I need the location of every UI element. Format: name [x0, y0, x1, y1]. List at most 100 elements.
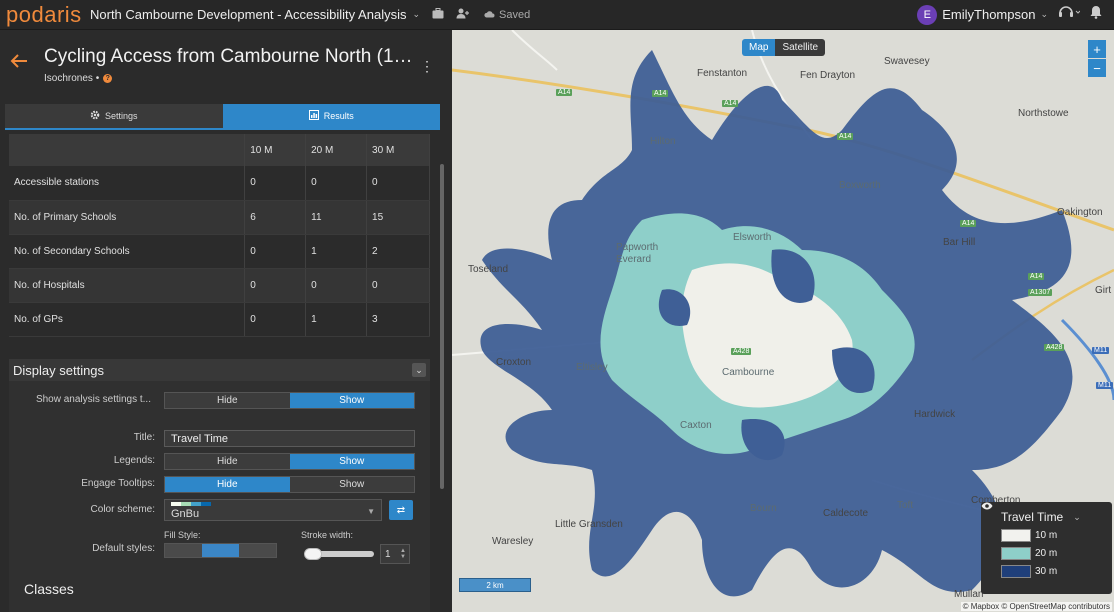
place-label: Little Gransden — [555, 519, 623, 530]
stepper-arrows-icon[interactable]: ▲ ▼ — [400, 548, 406, 560]
color-scheme-select[interactable]: GnBu ▼ — [164, 499, 382, 521]
place-label: Fenstanton — [697, 68, 748, 79]
share-users-icon[interactable] — [456, 8, 470, 22]
legend-item: 10 m — [1001, 529, 1104, 542]
podaris-logo[interactable]: podaris — [6, 2, 84, 28]
place-label: Fen Drayton — [800, 70, 856, 81]
cell-value: 0 — [366, 268, 430, 303]
column-header — [9, 134, 246, 166]
place-label: Bar Hill — [943, 237, 976, 248]
row-label: Accessible stations — [9, 166, 246, 201]
road-shield: M11 — [1092, 347, 1110, 354]
place-label: Hardwick — [914, 409, 956, 420]
user-menu[interactable]: E EmilyThompson ⌄ — [917, 4, 1048, 25]
saved-label: Saved — [499, 8, 531, 21]
row-label: No. of GPs — [9, 302, 246, 337]
stroke-width-slider-knob[interactable] — [303, 548, 322, 560]
road-shield: A14 — [556, 89, 573, 96]
table-row: No. of Secondary Schools 0 1 2 — [9, 234, 430, 269]
tab-results[interactable]: Results — [222, 104, 440, 130]
cell-value: 0 — [244, 234, 307, 269]
hide-option[interactable]: Hide — [165, 393, 290, 408]
color-scheme-swatch — [171, 502, 211, 506]
analysis-panel: Cycling Access from Cambourne North (10,… — [0, 30, 450, 612]
bell-icon[interactable] — [1090, 5, 1102, 24]
panel-subtitle: Isochrones • ? — [44, 73, 113, 84]
hide-option[interactable]: Hide — [165, 454, 290, 469]
panel-tabs: Settings Results — [5, 104, 440, 130]
table-row: No. of Primary Schools 6 11 15 — [9, 200, 430, 235]
chevron-down-icon[interactable]: ⌄ — [1073, 512, 1081, 523]
fill-option[interactable] — [202, 544, 239, 557]
cell-value: 11 — [305, 200, 368, 235]
stroke-width-label: Stroke width: — [301, 530, 354, 540]
bar-chart-icon — [308, 110, 319, 122]
show-option[interactable]: Show — [289, 477, 414, 492]
chevron-down-icon: ⌄ — [1040, 9, 1048, 19]
legend-label: 20 m — [1035, 548, 1058, 559]
legend-label: 30 m — [1035, 566, 1058, 577]
column-header: 10 M — [244, 134, 307, 166]
chevron-down-icon[interactable]: ⌄ — [412, 363, 426, 377]
place-label: Toseland — [468, 264, 509, 275]
legend-title: Travel Time — [1001, 510, 1064, 524]
display-settings-header[interactable]: Display settings ⌄ — [9, 359, 430, 381]
zoom-out-button[interactable]: − — [1088, 59, 1106, 77]
road-shield: A14 — [837, 133, 854, 140]
map-type-satellite[interactable]: Satellite — [775, 39, 826, 56]
hide-option[interactable]: Hide — [165, 477, 290, 492]
place-label: Boxworth — [839, 180, 881, 191]
help-icon[interactable]: ? — [103, 74, 113, 83]
tooltips-toggle: Hide Show — [164, 476, 415, 493]
map-view[interactable]: Map Satellite + − Fenstanton Fen Drayton… — [452, 30, 1114, 612]
road-shield: A428 — [1044, 344, 1065, 351]
zoom-in-button[interactable]: + — [1088, 40, 1106, 58]
place-label: Eltisley — [576, 362, 608, 373]
map-type-map[interactable]: Map — [742, 39, 776, 56]
back-arrow-icon[interactable] — [10, 52, 28, 75]
cell-value: 0 — [244, 268, 307, 303]
place-label: Hilton — [650, 136, 676, 147]
briefcase-icon[interactable] — [432, 7, 444, 22]
place-label: Croxton — [496, 357, 532, 368]
stroke-width-stepper[interactable]: 1 ▲ ▼ — [380, 544, 410, 564]
row-label: No. of Hospitals — [9, 268, 246, 303]
column-header: 20 M — [305, 134, 368, 166]
table-row: Accessible stations 0 0 0 — [9, 166, 430, 201]
place-label: Northstowe — [1018, 108, 1069, 119]
fill-style-picker — [164, 543, 277, 558]
road-shield: M11 — [1096, 382, 1114, 389]
fill-option[interactable] — [239, 544, 276, 557]
cell-value: 6 — [244, 200, 307, 235]
fill-option[interactable] — [165, 544, 202, 557]
cell-value: 0 — [305, 166, 368, 201]
chevron-down-icon: ⌄ — [412, 9, 421, 19]
place-label: Elsworth — [733, 232, 772, 243]
title-input[interactable]: Travel Time — [164, 430, 415, 447]
headset-icon[interactable] — [1058, 5, 1081, 24]
place-label: Caxton — [680, 420, 712, 431]
stroke-width-value: 1 — [385, 548, 391, 560]
place-label: Waresley — [492, 536, 534, 547]
cell-value: 2 — [366, 234, 430, 269]
map-scale-bar: 2 km — [459, 578, 531, 592]
map-attribution[interactable]: © Mapbox © OpenStreetMap contributors — [960, 602, 1112, 611]
show-option[interactable]: Show — [289, 454, 414, 469]
road-shield: A14 — [960, 220, 977, 227]
user-name: EmilyThompson — [942, 7, 1036, 22]
place-label: Mullan — [954, 589, 984, 600]
legends-toggle: Hide Show — [164, 453, 415, 470]
place-label: Swavesey — [884, 56, 930, 67]
map-legend: Travel Time ⌄ 10 m 20 m 30 m — [981, 502, 1112, 594]
panel-scrollbar[interactable] — [440, 164, 444, 489]
tab-settings[interactable]: Settings — [5, 104, 223, 130]
more-options-icon[interactable]: ⋮ — [420, 58, 434, 75]
legend-header[interactable]: Travel Time ⌄ — [981, 502, 1104, 524]
top-bar: podaris North Cambourne Development - Ac… — [0, 0, 1114, 30]
show-option[interactable]: Show — [289, 393, 414, 408]
road-shield: A1307 — [1028, 289, 1053, 296]
project-title-dropdown[interactable]: North Cambourne Development - Accessibil… — [90, 7, 420, 22]
reverse-colors-button[interactable]: ⇄ — [389, 500, 413, 520]
place-label: Toft — [897, 500, 914, 511]
panel-header: Cycling Access from Cambourne North (10,… — [0, 30, 450, 100]
